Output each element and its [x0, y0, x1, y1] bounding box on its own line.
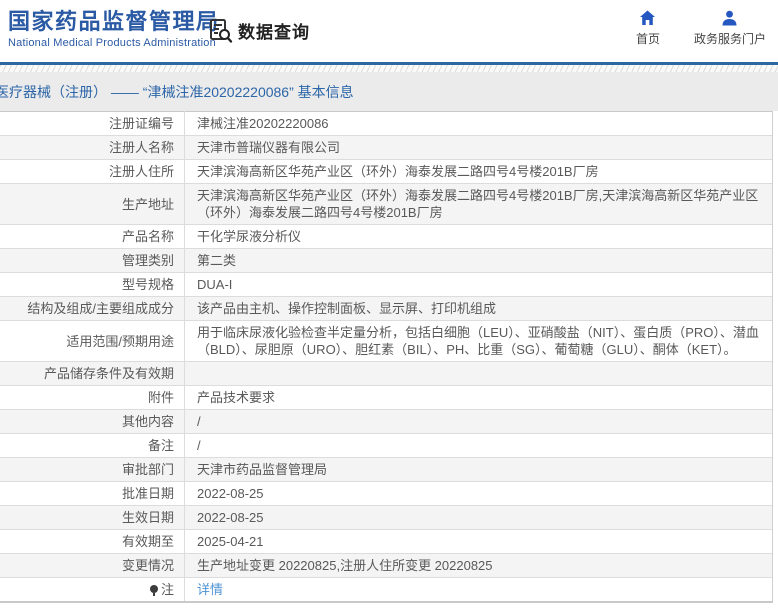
row-value: 天津市普瑞仪器有限公司 [185, 136, 773, 160]
row-value: 该产品由主机、操作控制面板、显示屏、打印机组成 [185, 297, 773, 321]
table-row: 审批部门天津市药品监督管理局 [0, 458, 773, 482]
row-value: 2022-08-25 [185, 482, 773, 506]
table-row: 产品储存条件及有效期 [0, 362, 773, 386]
row-label: 型号规格 [0, 273, 185, 297]
data-query-section[interactable]: 数据查询 [208, 17, 310, 44]
nmpa-logo[interactable]: 国家药品监督管理局 National Medical Products Admi… [8, 9, 220, 49]
row-label: 生产地址 [0, 184, 185, 225]
row-label: 生效日期 [0, 506, 185, 530]
registration-info-table: 注册证编号津械注准20202220086注册人名称天津市普瑞仪器有限公司注册人住… [0, 111, 773, 603]
row-value: DUA-I [185, 273, 773, 297]
row-value: 详情 [185, 578, 773, 603]
logo-title: 国家药品监督管理局 [8, 9, 220, 35]
row-label: 结构及组成/主要组成成分 [0, 297, 185, 321]
table-row: 有效期至2025-04-21 [0, 530, 773, 554]
row-value: 产品技术要求 [185, 386, 773, 410]
table-row: 变更情况生产地址变更 20220825,注册人住所变更 20220825 [0, 554, 773, 578]
home-icon [639, 10, 656, 26]
row-label: 备注 [0, 434, 185, 458]
table-row: 注册证编号津械注准20202220086 [0, 112, 773, 136]
nav-home[interactable]: 首页 [636, 10, 660, 47]
row-label: 适用范围/预期用途 [0, 321, 185, 362]
table-row: 型号规格DUA-I [0, 273, 773, 297]
row-label: 注册人住所 [0, 160, 185, 184]
table-row: 其他内容/ [0, 410, 773, 434]
detail-link[interactable]: 详情 [197, 582, 223, 597]
breadcrumb: 医疗器械（注册） —— “津械注准20202220086” 基本信息 [0, 82, 354, 102]
row-label: 注册证编号 [0, 112, 185, 136]
row-label: 注册人名称 [0, 136, 185, 160]
row-label: 注 [0, 578, 185, 603]
table-row: 生效日期2022-08-25 [0, 506, 773, 530]
table-row: 注册人住所天津滨海高新区华苑产业区（环外）海泰发展二路四号4号楼201B厂房 [0, 160, 773, 184]
site-header: 国家药品监督管理局 National Medical Products Admi… [0, 0, 778, 62]
row-value: 用于临床尿液化验检查半定量分析，包括白细胞（LEU）、亚硝酸盐（NIT）、蛋白质… [185, 321, 773, 362]
table-row: 生产地址天津滨海高新区华苑产业区（环外）海泰发展二路四号4号楼201B厂房,天津… [0, 184, 773, 225]
row-value: / [185, 410, 773, 434]
row-label: 批准日期 [0, 482, 185, 506]
note-icon [150, 585, 158, 593]
table-row: 结构及组成/主要组成成分该产品由主机、操作控制面板、显示屏、打印机组成 [0, 297, 773, 321]
row-value: 生产地址变更 20220825,注册人住所变更 20220825 [185, 554, 773, 578]
table-row: 注册人名称天津市普瑞仪器有限公司 [0, 136, 773, 160]
hatch-stripe-band [0, 65, 778, 72]
info-table-body: 注册证编号津械注准20202220086注册人名称天津市普瑞仪器有限公司注册人住… [0, 112, 773, 603]
table-row: 批准日期2022-08-25 [0, 482, 773, 506]
table-row: 管理类别第二类 [0, 249, 773, 273]
table-row: 适用范围/预期用途用于临床尿液化验检查半定量分析，包括白细胞（LEU）、亚硝酸盐… [0, 321, 773, 362]
header-nav: 首页 政务服务门户 [636, 10, 766, 47]
row-label: 附件 [0, 386, 185, 410]
row-value: 2022-08-25 [185, 506, 773, 530]
breadcrumb-band: 医疗器械（注册） —— “津械注准20202220086” 基本信息 [0, 72, 778, 111]
nav-home-label: 首页 [636, 30, 660, 47]
table-row: 备注/ [0, 434, 773, 458]
row-value: 津械注准20202220086 [185, 112, 773, 136]
row-value [185, 362, 773, 386]
row-value: 第二类 [185, 249, 773, 273]
document-search-icon [208, 17, 234, 44]
data-query-label: 数据查询 [238, 18, 310, 43]
row-value: 干化学尿液分析仪 [185, 225, 773, 249]
row-label: 管理类别 [0, 249, 185, 273]
row-label: 产品储存条件及有效期 [0, 362, 185, 386]
row-label: 其他内容 [0, 410, 185, 434]
user-icon [721, 10, 738, 26]
nav-gov-portal-label: 政务服务门户 [694, 30, 766, 47]
table-row: 注详情 [0, 578, 773, 603]
row-label: 审批部门 [0, 458, 185, 482]
row-label: 产品名称 [0, 225, 185, 249]
table-row: 产品名称干化学尿液分析仪 [0, 225, 773, 249]
nav-gov-portal[interactable]: 政务服务门户 [694, 10, 766, 47]
logo-subtitle: National Medical Products Administration [8, 37, 220, 49]
row-value: 天津滨海高新区华苑产业区（环外）海泰发展二路四号4号楼201B厂房,天津滨海高新… [185, 184, 773, 225]
row-value: / [185, 434, 773, 458]
table-row: 附件产品技术要求 [0, 386, 773, 410]
row-value: 天津滨海高新区华苑产业区（环外）海泰发展二路四号4号楼201B厂房 [185, 160, 773, 184]
row-value: 2025-04-21 [185, 530, 773, 554]
row-label: 有效期至 [0, 530, 185, 554]
row-label: 变更情况 [0, 554, 185, 578]
row-value: 天津市药品监督管理局 [185, 458, 773, 482]
